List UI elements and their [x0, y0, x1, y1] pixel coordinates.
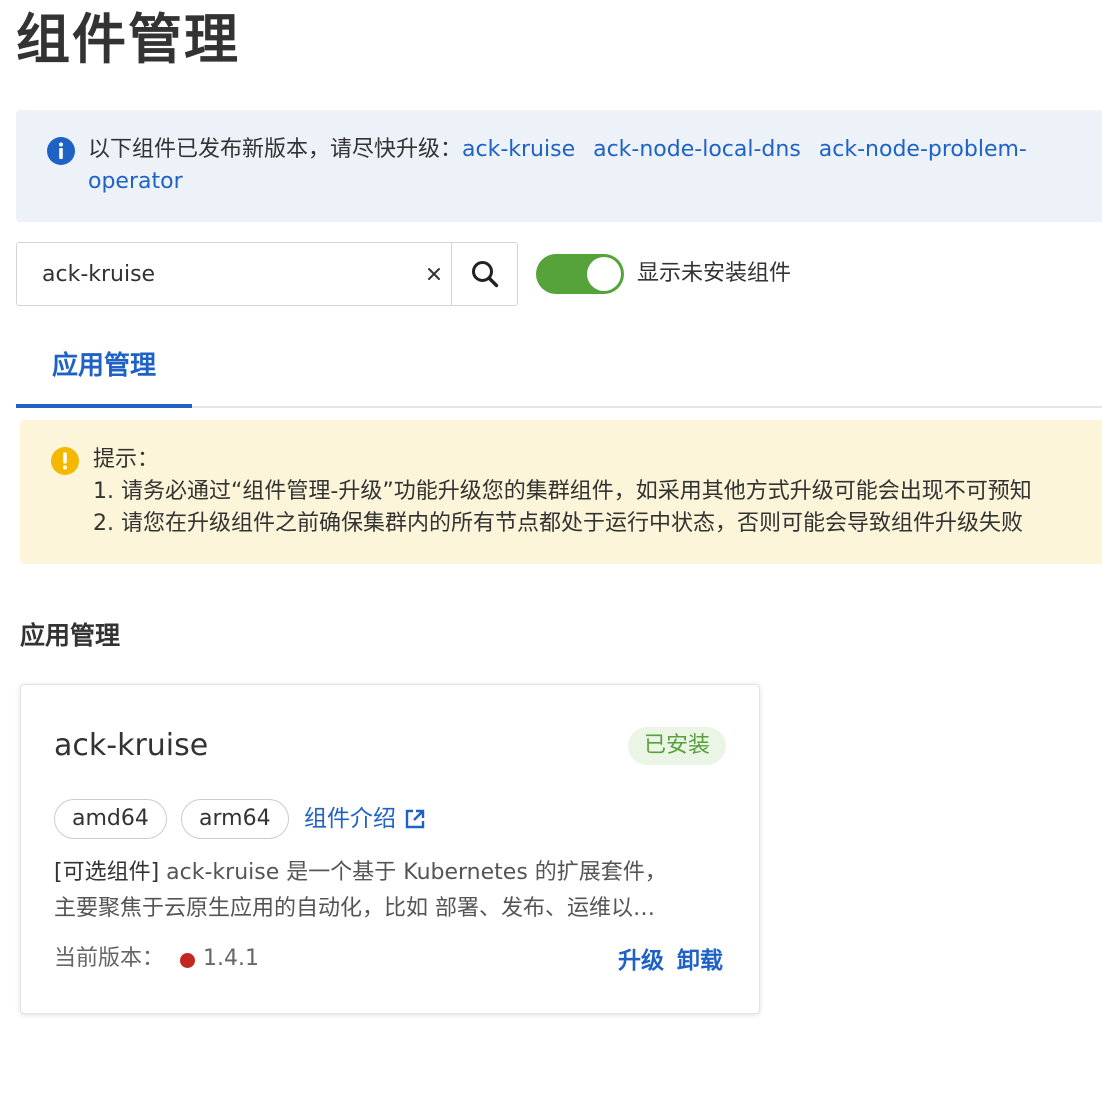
component-card: ack-kruise 已安装 amd64 arm64 组件介绍 [可选组件] a…: [20, 684, 760, 1014]
description-text-1: ack-kruise 是一个基于 Kubernetes 的扩展套件，: [159, 860, 667, 885]
info-circle-icon: [47, 137, 75, 165]
update-notice-prefix: 以下组件已发布新版本，请尽快升级：: [88, 137, 463, 162]
component-name: ack-kruise: [54, 728, 209, 763]
show-uninstalled-toggle[interactable]: [536, 254, 624, 294]
tab-app-management[interactable]: 应用管理: [16, 330, 192, 408]
status-badge: 已安装: [627, 727, 726, 765]
arch-tag-arm64[interactable]: arm64: [181, 799, 289, 839]
uninstall-button[interactable]: 卸载: [677, 943, 723, 979]
doc-link-label: 组件介绍: [304, 806, 396, 832]
description-line-2: 主要聚焦于云原生应用的自动化，比如 部署、发布、运维以…: [54, 896, 655, 921]
update-notice-banner: 以下组件已发布新版本，请尽快升级：ack-kruise ack-node-loca…: [16, 110, 1102, 222]
warning-circle-icon: [51, 447, 79, 475]
section-title: 应用管理: [20, 621, 121, 650]
component-doc-link[interactable]: 组件介绍: [304, 801, 426, 837]
component-description: [可选组件] ack-kruise 是一个基于 Kubernetes 的扩展套件…: [54, 855, 714, 927]
show-uninstalled-label: 显示未安装组件: [637, 261, 792, 286]
version-status-dot: [180, 953, 195, 968]
description-line-1: [可选组件] ack-kruise 是一个基于 Kubernetes 的扩展套件…: [54, 855, 714, 891]
search-box: [16, 242, 518, 306]
tip-line-1: 1. 请务必通过“组件管理-升级”功能升级您的集群组件，如采用其他方式升级可能会…: [93, 479, 1032, 504]
toggle-knob: [587, 257, 621, 291]
search-button[interactable]: [451, 243, 517, 305]
version-label: 当前版本：: [54, 946, 165, 971]
tip-banner: 提示： 1. 请务必通过“组件管理-升级”功能升级您的集群组件，如采用其他方式升…: [20, 420, 1102, 564]
tip-title: 提示：: [93, 447, 160, 472]
tab-bar: 应用管理: [16, 330, 1102, 408]
update-link-ack-node-problem-detector[interactable]: ack-node-problem-: [819, 137, 1027, 162]
description-prefix: [可选组件]: [54, 860, 160, 885]
update-link-continuation[interactable]: operator: [88, 166, 183, 198]
update-link-ack-kruise[interactable]: ack-kruise: [462, 137, 575, 162]
search-icon: [471, 261, 498, 288]
update-notice-text: 以下组件已发布新版本，请尽快升级：ack-kruise ack-node-loca…: [88, 134, 1102, 166]
page-title: 组件管理: [16, 8, 240, 71]
upgrade-button[interactable]: 升级: [618, 943, 664, 979]
version-value: 1.4.1: [203, 946, 259, 971]
close-icon[interactable]: [423, 263, 445, 285]
tip-line-2: 2. 请您在升级组件之前确保集群内的所有节点都处于运行中状态，否则可能会导致组件…: [93, 511, 1023, 536]
search-input[interactable]: [17, 243, 451, 305]
update-link-ack-node-local-dns[interactable]: ack-node-local-dns: [593, 137, 801, 162]
arch-tag-amd64[interactable]: amd64: [54, 799, 167, 839]
external-link-icon: [405, 809, 425, 829]
